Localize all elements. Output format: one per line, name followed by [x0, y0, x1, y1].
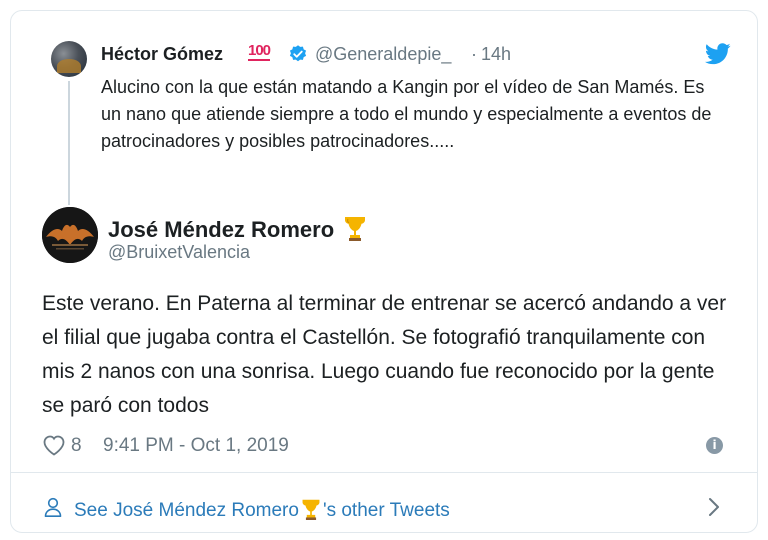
trophy-icon: [302, 499, 320, 520]
verified-badge-icon: [289, 45, 307, 62]
parent-author-handle[interactable]: @Generaldepie_: [315, 44, 451, 65]
see-other-tweets-text[interactable]: See José Méndez Romero 's other Tweets: [74, 496, 450, 522]
heart-icon[interactable]: [42, 434, 66, 456]
person-icon: [44, 497, 62, 517]
parent-author-avatar[interactable]: [51, 41, 87, 77]
twitter-bird-icon[interactable]: [705, 43, 731, 65]
chevron-right-icon[interactable]: [707, 496, 721, 518]
author-handle[interactable]: @BruixetValencia: [108, 242, 250, 263]
author-name[interactable]: José Méndez Romero: [108, 213, 368, 243]
thread-connector-line: [68, 81, 70, 205]
like-count[interactable]: 8: [71, 435, 82, 457]
parent-tweet-text: Alucino con la que están matando a Kangi…: [101, 77, 712, 151]
trophy-icon: [345, 217, 366, 241]
separator-dot: ·: [471, 44, 477, 64]
author-avatar[interactable]: [42, 207, 98, 263]
hundred-points-emoji-text: 100: [248, 42, 271, 61]
see-other-tweets-suffix: 's other Tweets: [322, 500, 450, 521]
author-name-text: José Méndez Romero: [108, 217, 335, 242]
tweet-embed-card: Héctor Gómez 100 @Generaldepie_ · 14h Al…: [10, 10, 758, 533]
bat-logo-icon: [42, 207, 98, 263]
hundred-points-icon: 100: [248, 42, 271, 61]
see-other-tweets-prefix: See José Méndez Romero: [74, 500, 299, 521]
info-icon[interactable]: i: [706, 437, 723, 454]
parent-author-name[interactable]: Héctor Gómez: [101, 44, 223, 65]
parent-tweet-time[interactable]: 14h: [481, 44, 511, 65]
tweet-text: Este verano. En Paterna al terminar de e…: [42, 292, 727, 417]
tweet-timestamp[interactable]: 9:41 PM - Oct 1, 2019: [103, 435, 289, 457]
